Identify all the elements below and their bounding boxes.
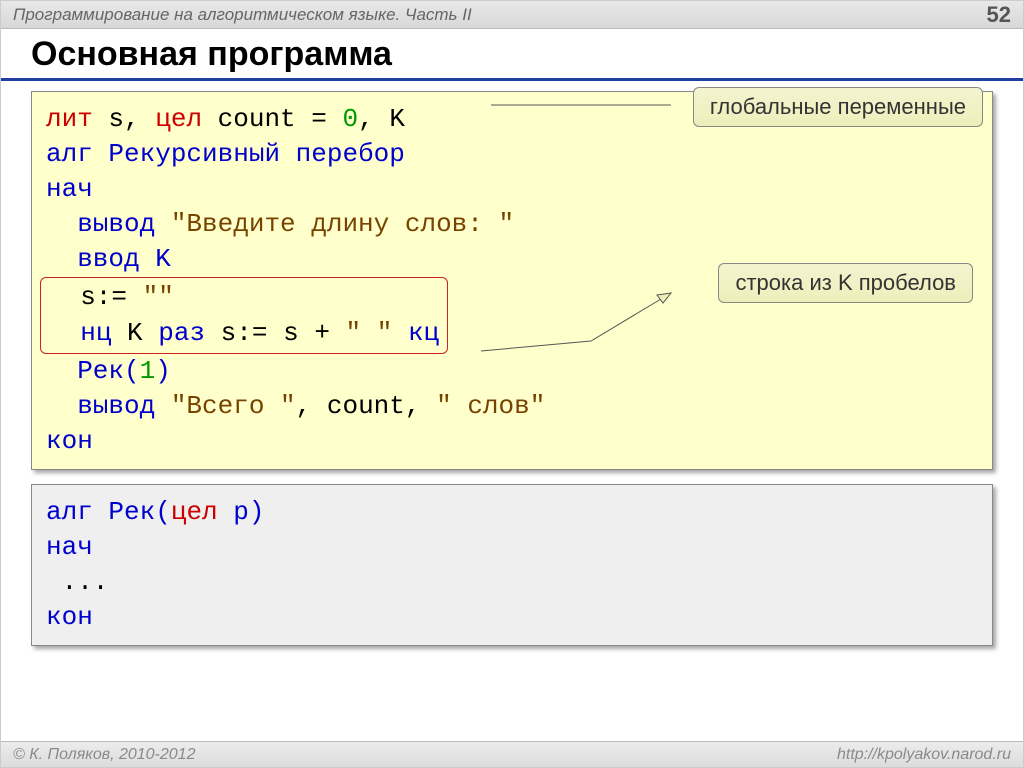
- callout-connector-icon: [471, 291, 691, 361]
- callout-global-vars: глобальные переменные: [693, 87, 983, 127]
- code-line: нц K раз s:= s + " " кц: [49, 316, 439, 351]
- callout-connector-icon: [491, 99, 681, 129]
- code-line: вывод "Введите длину слов: ": [46, 207, 978, 242]
- footer-bar: © К. Поляков, 2010-2012 http://kpolyakov…: [1, 741, 1023, 767]
- code-line: s:= "": [49, 280, 439, 315]
- highlighted-code-box: s:= "" нц K раз s:= s + " " кц: [40, 277, 448, 353]
- code-line: нач: [46, 530, 978, 565]
- slide-title: Основная программа: [1, 29, 1023, 81]
- footer-copyright: © К. Поляков, 2010-2012: [13, 746, 195, 763]
- callout-spaces-string: строка из K пробелов: [718, 263, 973, 303]
- header-subject: Программирование на алгоритмическом язык…: [13, 5, 472, 25]
- code-line: алг Рек(цел p): [46, 495, 978, 530]
- code-line: кон: [46, 424, 978, 459]
- code-line: алг Рекурсивный перебор: [46, 137, 978, 172]
- code-line: ...: [46, 565, 978, 600]
- header-bar: Программирование на алгоритмическом язык…: [1, 1, 1023, 29]
- sub-code-block: алг Рек(цел p) нач ... кон: [31, 484, 993, 646]
- content-area: лит s, цел count = 0, K алг Рекурсивный …: [1, 81, 1023, 670]
- code-line: кон: [46, 600, 978, 635]
- code-line: вывод "Всего ", count, " слов": [46, 389, 978, 424]
- code-line: нач: [46, 172, 978, 207]
- footer-url: http://kpolyakov.narod.ru: [837, 746, 1011, 763]
- page-number: 52: [987, 2, 1011, 28]
